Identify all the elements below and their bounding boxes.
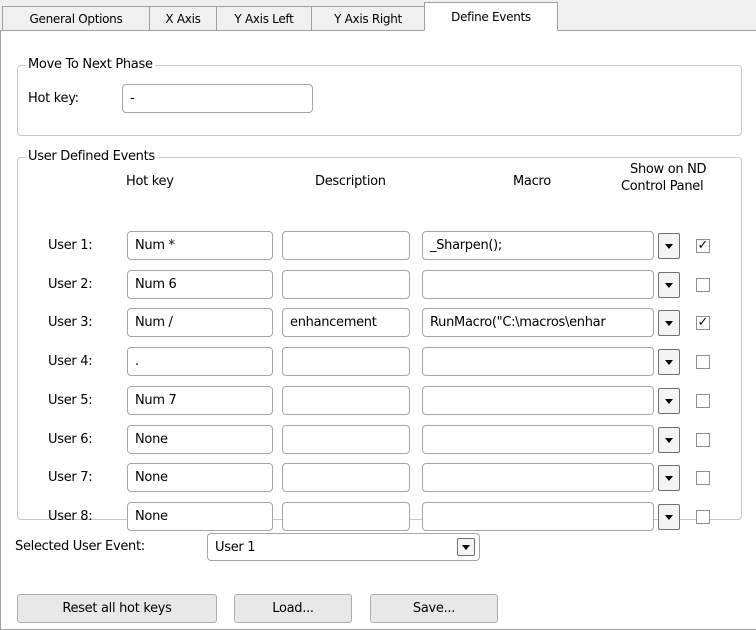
- user-hotkey-input[interactable]: Num 6: [127, 270, 273, 299]
- user-macro-input[interactable]: [422, 425, 654, 454]
- selected-event-select[interactable]: User 1: [207, 533, 480, 561]
- user-description-input[interactable]: [282, 386, 410, 415]
- show-on-panel-checkbox[interactable]: [696, 355, 710, 369]
- user-hotkey-input[interactable]: None: [127, 502, 273, 531]
- move-to-next-phase-group: Move To Next Phase Hot key: -: [17, 57, 742, 136]
- user-row-label: User 5:: [48, 393, 93, 408]
- user-description-input[interactable]: [282, 463, 410, 492]
- user-macro-input[interactable]: RunMacro("C:\macros\enhar: [422, 308, 654, 337]
- save-button[interactable]: Save...: [370, 594, 498, 623]
- user-macro-input[interactable]: _Sharpen();: [422, 231, 654, 260]
- user-macro-input[interactable]: [422, 463, 654, 492]
- chevron-down-icon[interactable]: [658, 427, 680, 453]
- tab-y-axis-right[interactable]: Y Axis Right: [311, 6, 425, 30]
- user-defined-events-group: User Defined Events Hot key Description …: [17, 149, 742, 531]
- header-macro: Macro: [513, 174, 551, 189]
- show-on-panel-checkbox[interactable]: ✓: [696, 316, 710, 330]
- chevron-down-icon[interactable]: [658, 233, 680, 259]
- chevron-down-icon[interactable]: [658, 465, 680, 491]
- chevron-down-icon[interactable]: [658, 388, 680, 414]
- chevron-down-icon[interactable]: [658, 349, 680, 375]
- header-show-line1: Show on ND: [630, 162, 707, 177]
- user-row-label: User 4:: [48, 354, 93, 369]
- show-on-panel-checkbox[interactable]: [696, 471, 710, 485]
- user-hotkey-input[interactable]: None: [127, 425, 273, 454]
- show-on-panel-checkbox[interactable]: [696, 278, 710, 292]
- load-button[interactable]: Load...: [234, 594, 352, 623]
- reset-hotkeys-button[interactable]: Reset all hot keys: [17, 594, 217, 623]
- user-description-input[interactable]: [282, 502, 410, 531]
- tab-y-axis-left[interactable]: Y Axis Left: [216, 6, 312, 30]
- header-show-line2: Control Panel: [621, 179, 704, 194]
- user-description-input[interactable]: [282, 231, 410, 260]
- chevron-down-icon[interactable]: [457, 538, 475, 556]
- selected-event-value: User 1: [215, 539, 256, 555]
- user-hotkey-input[interactable]: None: [127, 463, 273, 492]
- show-on-panel-checkbox[interactable]: ✓: [696, 239, 710, 253]
- chevron-down-icon[interactable]: [658, 310, 680, 336]
- user-macro-input[interactable]: [422, 347, 654, 376]
- user-macro-input[interactable]: [422, 270, 654, 299]
- user-row-label: User 1:: [48, 238, 93, 253]
- user-row-label: User 6:: [48, 432, 93, 447]
- user-description-input[interactable]: [282, 270, 410, 299]
- user-description-input[interactable]: [282, 425, 410, 454]
- tab-define-events[interactable]: Define Events: [424, 2, 558, 31]
- move-hotkey-input[interactable]: -: [122, 84, 313, 113]
- user-macro-input[interactable]: [422, 386, 654, 415]
- header-description: Description: [315, 174, 386, 189]
- user-description-input[interactable]: enhancement: [282, 308, 410, 337]
- user-row-label: User 8:: [48, 509, 93, 524]
- user-hotkey-input[interactable]: Num *: [127, 231, 273, 260]
- move-hotkey-label: Hot key:: [28, 91, 79, 106]
- user-description-input[interactable]: [282, 347, 410, 376]
- checkmark-icon: ✓: [697, 238, 709, 253]
- define-events-page: Move To Next Phase Hot key: - User Defin…: [0, 30, 756, 630]
- show-on-panel-checkbox[interactable]: [696, 510, 710, 524]
- user-row-label: User 7:: [48, 470, 93, 485]
- header-hotkey: Hot key: [126, 174, 174, 189]
- tab-control: General Options X Axis Y Axis Left Y Axi…: [0, 0, 756, 630]
- chevron-down-icon[interactable]: [658, 504, 680, 530]
- checkmark-icon: ✓: [697, 315, 709, 330]
- user-hotkey-input[interactable]: Num 7: [127, 386, 273, 415]
- show-on-panel-checkbox[interactable]: [696, 394, 710, 408]
- user-group-title: User Defined Events: [26, 149, 157, 164]
- chevron-down-icon[interactable]: [658, 272, 680, 298]
- move-group-title: Move To Next Phase: [26, 57, 155, 72]
- user-row-label: User 2:: [48, 277, 93, 292]
- tab-x-axis[interactable]: X Axis: [149, 6, 217, 30]
- user-row-label: User 3:: [48, 315, 93, 330]
- tab-general-options[interactable]: General Options: [2, 6, 150, 30]
- user-hotkey-input[interactable]: .: [127, 347, 273, 376]
- selected-event-label: Selected User Event:: [15, 539, 145, 554]
- show-on-panel-checkbox[interactable]: [696, 433, 710, 447]
- user-macro-input[interactable]: [422, 502, 654, 531]
- user-hotkey-input[interactable]: Num /: [127, 308, 273, 337]
